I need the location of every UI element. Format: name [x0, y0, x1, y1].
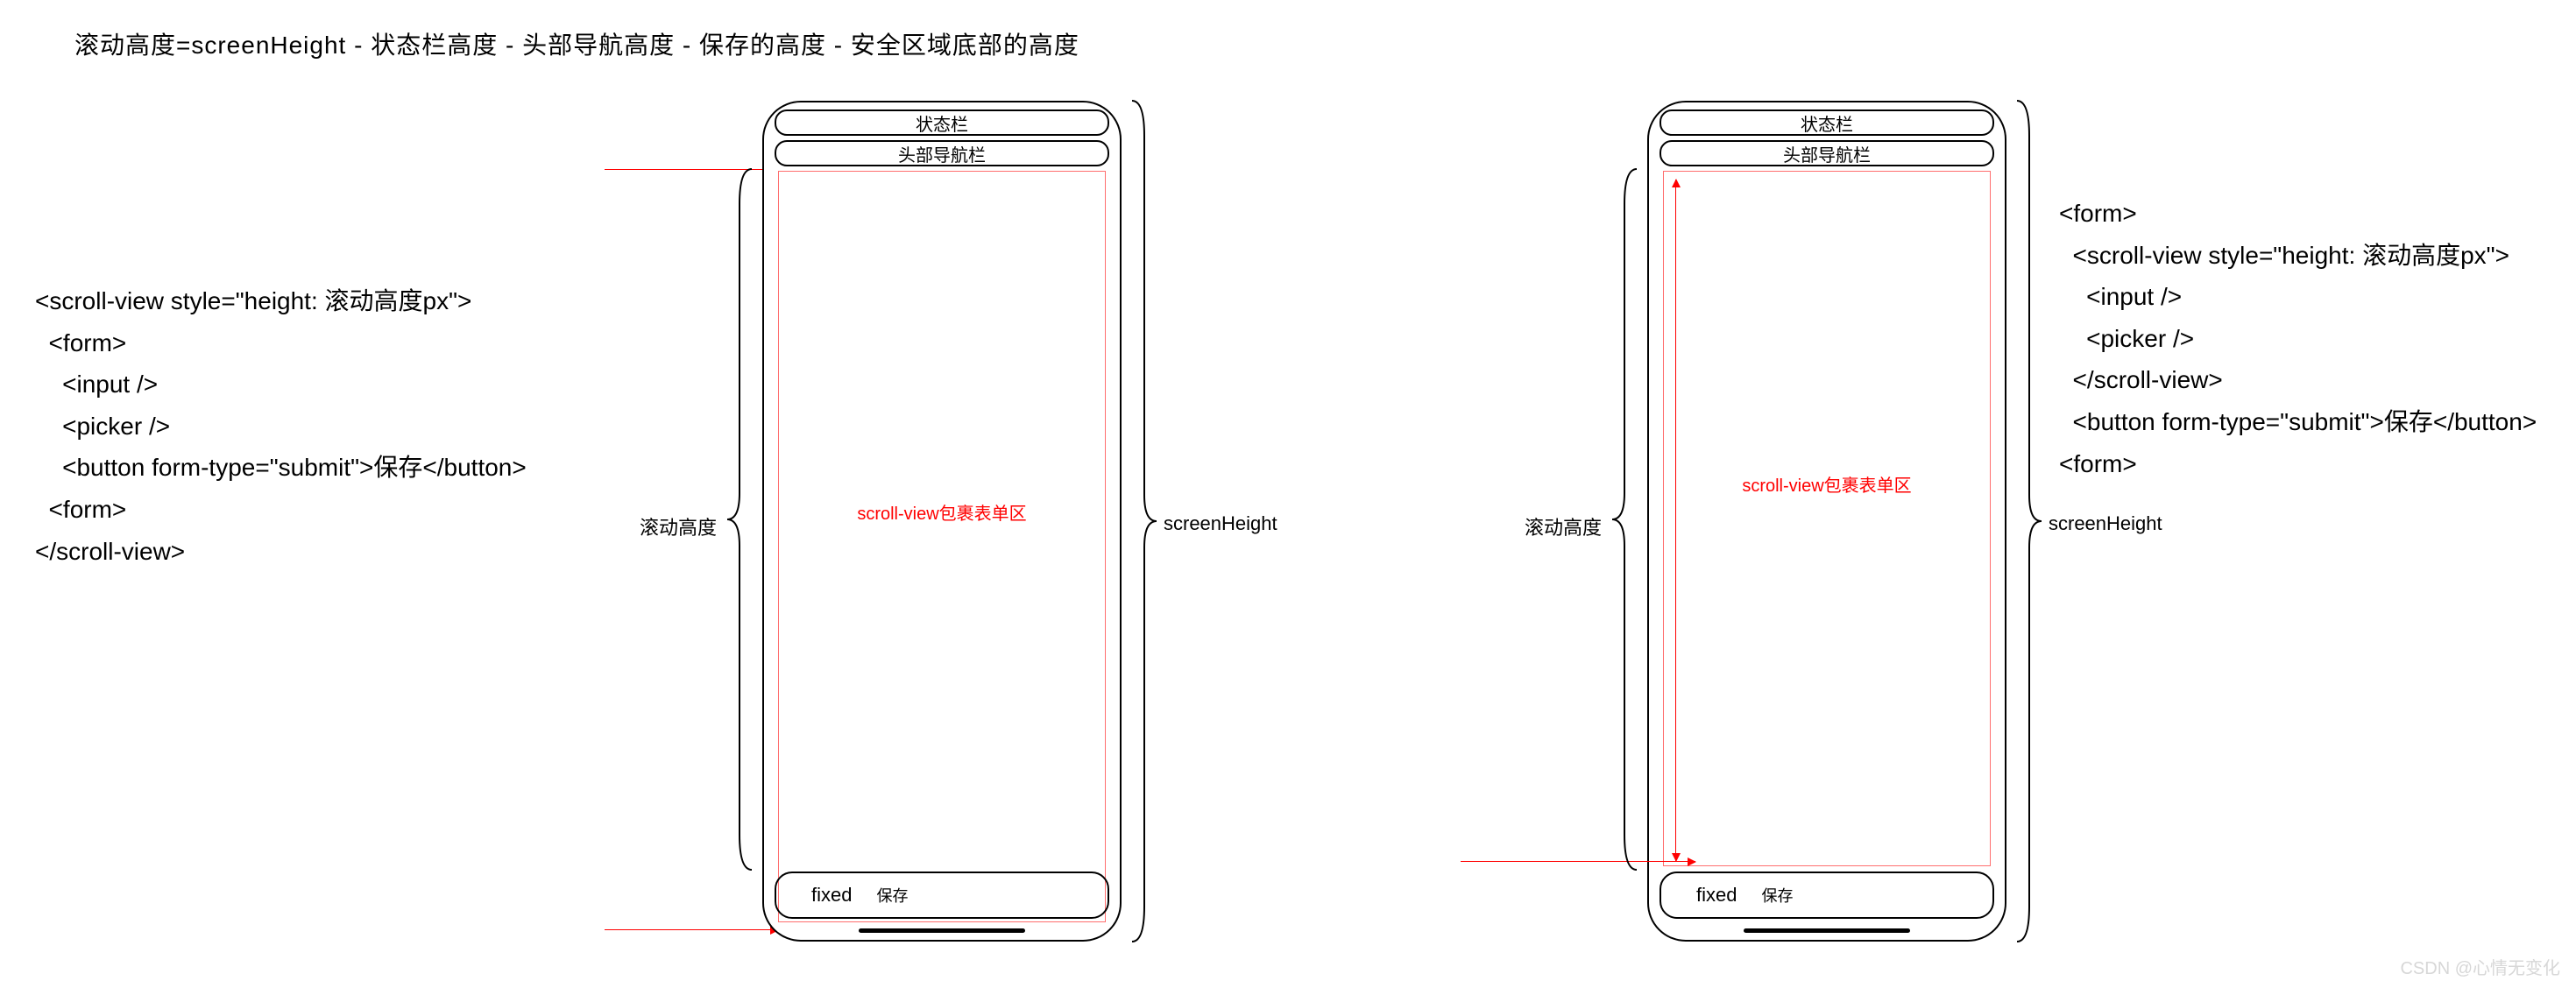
nav-bar: 头部导航栏: [775, 140, 1109, 166]
scroll-view-region: scroll-view包裹表单区: [1663, 171, 1991, 866]
scroll-view-label: scroll-view包裹表单区: [857, 499, 1026, 525]
page-title: 滚动高度=screenHeight - 状态栏高度 - 头部导航高度 - 保存的…: [74, 26, 1079, 61]
phone-mockup-right: 状态栏 头部导航栏 scroll-view包裹表单区 fixed 保存: [1647, 101, 2006, 942]
status-bar: 状态栏: [775, 109, 1109, 136]
brace-scroll-height: [727, 169, 754, 870]
save-label: 保存: [876, 884, 908, 907]
watermark: CSDN @心情无变化: [2400, 954, 2560, 979]
fixed-label: fixed: [1696, 884, 1737, 907]
save-button[interactable]: fixed 保存: [1660, 872, 1994, 919]
home-indicator: [859, 928, 1025, 933]
code-example-right: <form> <scroll-view style="height: 滚动高度p…: [2059, 193, 2537, 484]
brace-screen-height: [1130, 101, 1157, 942]
brace-label-scroll-height: 滚动高度: [640, 512, 717, 540]
save-button[interactable]: fixed 保存: [775, 872, 1109, 919]
phone-mockup-left: 状态栏 头部导航栏 scroll-view包裹表单区 fixed 保存: [762, 101, 1122, 942]
status-bar: 状态栏: [1660, 109, 1994, 136]
arrow-left-bottom: [605, 929, 778, 930]
brace-label-screen-height: screenHeight: [2049, 512, 2162, 535]
arrow-inner-vertical: [1675, 180, 1676, 861]
scroll-view-label: scroll-view包裹表单区: [1742, 471, 1911, 497]
brace-label-screen-height: screenHeight: [1164, 512, 1277, 535]
fixed-label: fixed: [811, 884, 852, 907]
scroll-view-region: scroll-view包裹表单区: [778, 171, 1106, 922]
nav-bar: 头部导航栏: [1660, 140, 1994, 166]
brace-label-scroll-height: 滚动高度: [1525, 512, 1602, 540]
brace-scroll-height: [1612, 169, 1638, 870]
arrow-inner-horizontal: [1461, 861, 1695, 862]
save-label: 保存: [1761, 884, 1793, 907]
code-example-left: <scroll-view style="height: 滚动高度px"> <fo…: [35, 280, 527, 572]
home-indicator: [1744, 928, 1910, 933]
brace-screen-height: [2015, 101, 2042, 942]
